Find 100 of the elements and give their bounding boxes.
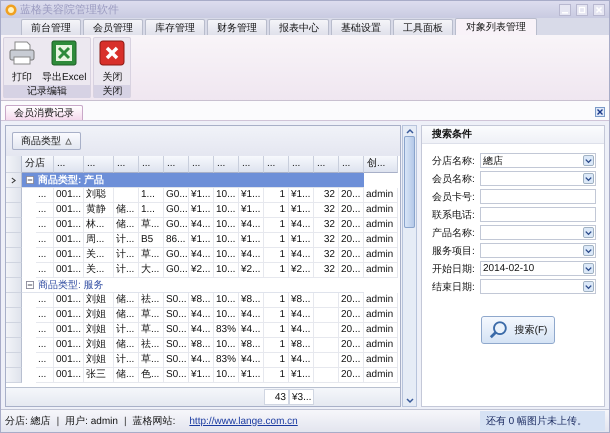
table-cell: ¥4... <box>289 218 314 233</box>
table-cell: 32 <box>314 248 339 263</box>
table-cell: 草... <box>139 353 164 368</box>
table-cell: 001... <box>54 353 84 368</box>
table-cell: 001... <box>54 308 84 323</box>
menu-tab[interactable]: 前台管理 <box>21 19 81 35</box>
scroll-up-icon[interactable] <box>404 126 414 136</box>
input-field[interactable] <box>480 189 596 204</box>
table-cell: ... <box>36 293 54 308</box>
table-cell: 20... <box>339 338 364 353</box>
minimize-icon[interactable] <box>559 4 571 16</box>
table-cell: 1 <box>264 233 289 248</box>
search-icon <box>488 320 509 340</box>
table-cell: 林... <box>84 218 114 233</box>
panel-title: 搜索条件 <box>422 126 604 144</box>
table-cell: G0... <box>164 218 189 233</box>
close-icon <box>98 39 126 67</box>
table-cell: G0... <box>164 188 189 203</box>
table-cell: 1 <box>264 203 289 218</box>
collapse-icon[interactable] <box>26 281 34 289</box>
ribbon-button[interactable]: 关闭 <box>96 39 128 84</box>
ribbon-group-label: 记录编辑 <box>4 85 90 98</box>
table-cell: 计... <box>114 263 139 278</box>
maximize-icon[interactable] <box>576 4 588 16</box>
scroll-down-icon[interactable] <box>404 396 414 406</box>
table-cell: ¥1... <box>189 233 214 248</box>
collapse-icon[interactable] <box>26 176 34 184</box>
table-cell: S0... <box>164 323 189 338</box>
table-cell: 001... <box>54 218 84 233</box>
column-header[interactable]: 分店 <box>22 156 54 173</box>
menu-tab[interactable]: 对象列表管理 <box>455 18 537 35</box>
table-cell: G0... <box>164 203 189 218</box>
table-cell: ... <box>36 188 54 203</box>
group-row[interactable]: 商品类型: 服务 <box>22 278 364 293</box>
column-header[interactable]: ... <box>214 156 239 173</box>
column-header[interactable]: 创... <box>364 156 398 173</box>
table-cell: ¥1... <box>289 233 314 248</box>
column-header[interactable]: ... <box>264 156 289 173</box>
table-cell: ¥4... <box>189 248 214 263</box>
menu-tab[interactable]: 财务管理 <box>207 19 267 35</box>
menu-tab[interactable]: 会员管理 <box>83 19 143 35</box>
dropdown-field[interactable]: 2014-02-10 <box>480 261 596 276</box>
column-header[interactable]: ... <box>339 156 364 173</box>
column-header[interactable]: ... <box>139 156 164 173</box>
column-header[interactable]: ... <box>314 156 339 173</box>
column-header[interactable]: ... <box>239 156 264 173</box>
dropdown-field[interactable] <box>480 171 596 186</box>
table-cell: 祛... <box>139 338 164 353</box>
table-cell: ¥1... <box>189 368 214 383</box>
app-logo-icon <box>5 4 17 16</box>
table-cell <box>314 293 339 308</box>
ribbon-button[interactable]: 打印 <box>6 39 38 84</box>
field-label: 会员名称: <box>432 172 476 186</box>
table-cell: 32 <box>314 203 339 218</box>
field-label: 产品名称: <box>432 226 476 240</box>
column-header[interactable]: ... <box>54 156 84 173</box>
column-header[interactable]: ... <box>189 156 214 173</box>
ribbon-button[interactable]: 导出Excel <box>40 39 88 84</box>
document-tab[interactable]: 会员消费记录 <box>5 105 83 120</box>
dropdown-field[interactable]: 總店 <box>480 153 596 168</box>
table-cell: S0... <box>164 308 189 323</box>
table-cell: admin <box>364 323 398 338</box>
table-cell: ... <box>36 338 54 353</box>
dropdown-field[interactable] <box>480 243 596 258</box>
table-cell: ¥2... <box>289 263 314 278</box>
table-cell: 1 <box>264 353 289 368</box>
column-header[interactable]: ... <box>114 156 139 173</box>
column-header[interactable]: ... <box>84 156 114 173</box>
scrollbar-thumb[interactable] <box>404 136 415 228</box>
table-cell <box>314 353 339 368</box>
search-button[interactable]: 搜索(F) <box>481 316 555 344</box>
table-cell: 10... <box>214 218 239 233</box>
table-cell: 1... <box>139 203 164 218</box>
dropdown-field[interactable] <box>480 225 596 240</box>
menu-tab[interactable]: 库存管理 <box>145 19 205 35</box>
table-cell: admin <box>364 293 398 308</box>
column-header[interactable]: ... <box>164 156 189 173</box>
table-cell: 1 <box>264 323 289 338</box>
input-field[interactable] <box>480 207 596 222</box>
column-header[interactable]: ... <box>289 156 314 173</box>
close-icon[interactable] <box>595 106 605 116</box>
table-cell: 计... <box>114 323 139 338</box>
sort-ascending-icon <box>65 138 72 144</box>
row-selector[interactable] <box>6 173 22 188</box>
vertical-scrollbar[interactable] <box>402 125 417 407</box>
status-text: 用户: admin <box>65 414 118 428</box>
table-cell: 1 <box>264 368 289 383</box>
menu-tab[interactable]: 基础设置 <box>331 19 391 35</box>
website-link[interactable]: http://www.lange.com.cn <box>189 416 298 426</box>
table-cell: 20... <box>339 353 364 368</box>
table-cell: 20... <box>339 368 364 383</box>
table-cell: ... <box>36 218 54 233</box>
group-by-chip[interactable]: 商品类型 <box>12 132 81 150</box>
menu-tab[interactable]: 工具面板 <box>393 19 453 35</box>
table-cell: admin <box>364 263 398 278</box>
table-cell: 001... <box>54 188 84 203</box>
menu-tab[interactable]: 报表中心 <box>269 19 329 35</box>
table-cell: 储... <box>114 338 139 353</box>
ribbon-group-label: 关闭 <box>94 85 130 98</box>
dropdown-field[interactable] <box>480 279 596 294</box>
